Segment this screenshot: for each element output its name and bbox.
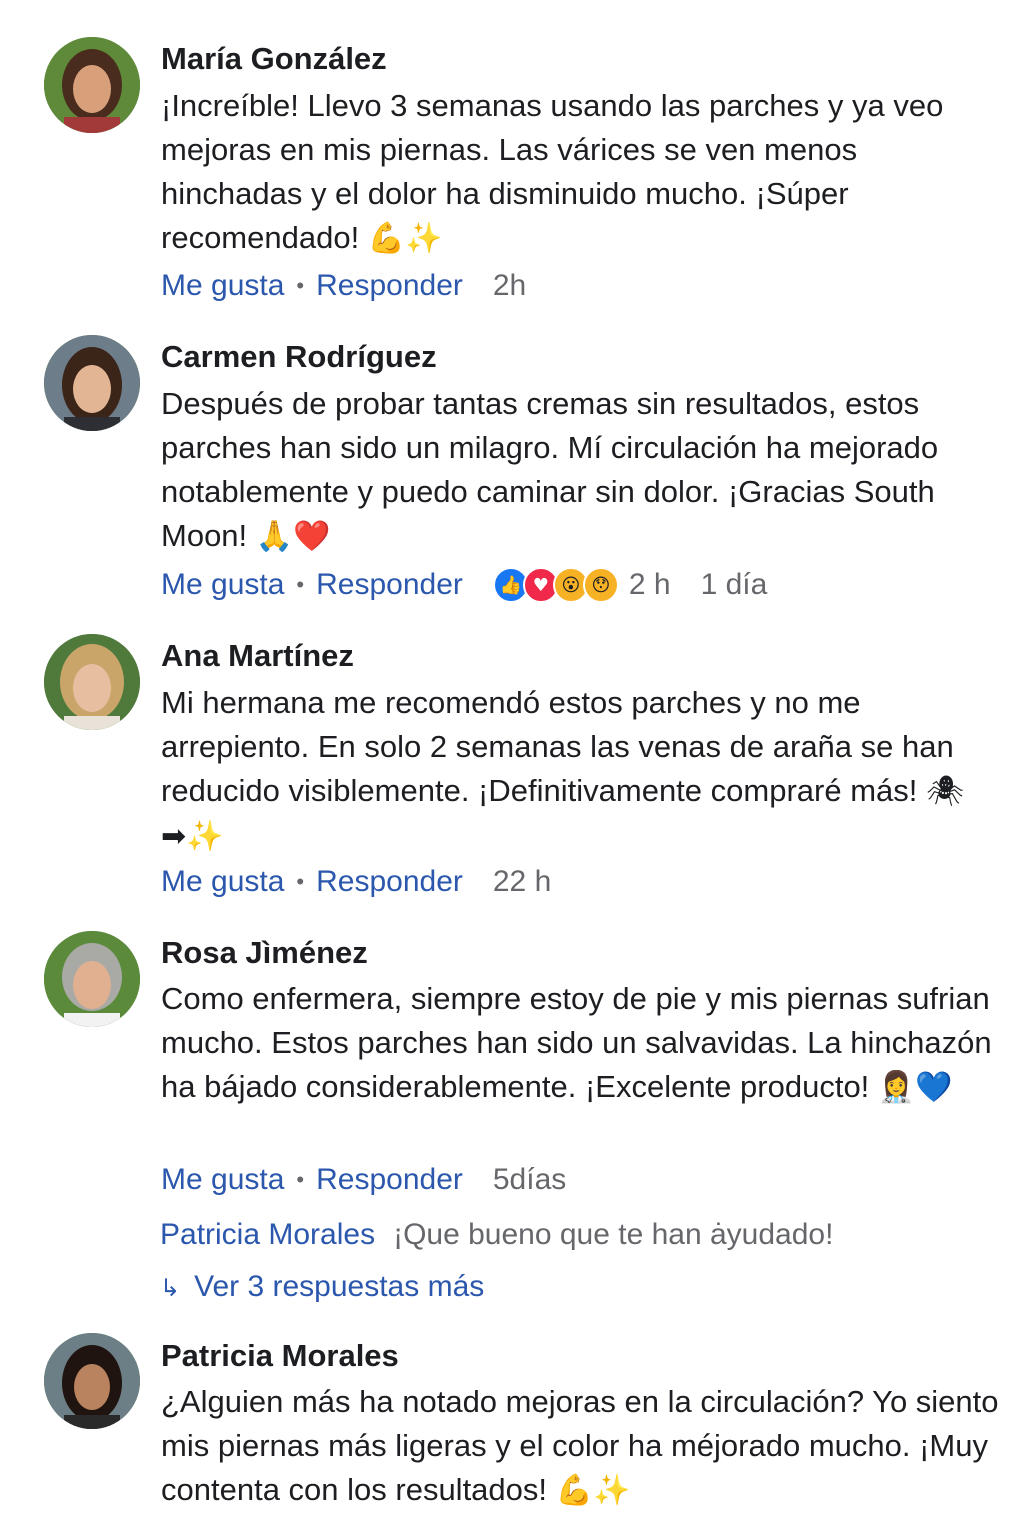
- commenter-name[interactable]: Carmen Rodríguez: [161, 339, 437, 375]
- reaction-summary[interactable]: 👍 ♥ 😮 😯: [492, 567, 619, 603]
- avatar[interactable]: [44, 634, 140, 730]
- separator-dot: •: [296, 869, 305, 894]
- comment-text: Mi hermana me recomendó estos parches y …: [161, 681, 1006, 859]
- commenter-name[interactable]: Ana Martínez: [161, 638, 354, 674]
- commenter-name[interactable]: María González: [161, 41, 387, 77]
- comment-text: ¿Alguien más ha notado mejoras en la cir…: [161, 1380, 1006, 1513]
- commenter-name[interactable]: Patricia Morales: [161, 1338, 399, 1374]
- comment-emoji: 👩‍⚕️💙: [877, 1070, 953, 1105]
- comment-time[interactable]: 2h: [493, 269, 526, 303]
- comment-actions: Me gusta • Responder 5días: [161, 1160, 566, 1200]
- comment-text: ¡Increíble! Llevo 3 semanas usando las p…: [161, 84, 1006, 261]
- comment-body: Mi hermana me recomendó estos parches y …: [161, 685, 954, 808]
- comment-actions: Me gusta • Responder 👍 ♥ 😮 😯 2 h 1 día: [161, 565, 767, 605]
- commenter-name[interactable]: Rosa Jìménez: [161, 935, 368, 971]
- comment-time[interactable]: 22 h: [493, 865, 551, 899]
- reply-button[interactable]: Responder: [316, 568, 463, 602]
- reply-preview[interactable]: Patricia Morales ¡Que bueno que te han ȧy…: [160, 1218, 833, 1252]
- comment-body: ¡Increíble! Llevo 3 semanas usando las p…: [161, 88, 944, 255]
- reply-text: ¡Que bueno que te han ȧyudado!: [393, 1218, 834, 1251]
- comment-text: Después de probar tantas cremas sin resu…: [161, 382, 1006, 559]
- reply-author[interactable]: Patricia Morales: [160, 1218, 375, 1251]
- separator-dot: •: [296, 273, 305, 298]
- like-button[interactable]: Me gusta: [161, 865, 284, 899]
- like-button[interactable]: Me gusta: [161, 269, 284, 303]
- comment-emoji: 💪✨: [367, 221, 443, 256]
- avatar[interactable]: [44, 1333, 140, 1429]
- comment-text: Como enfermera, siempre estoy de pie y m…: [161, 977, 1006, 1110]
- avatar[interactable]: [44, 931, 140, 1027]
- comment-actions: Me gusta • Responder 22 h: [161, 862, 551, 902]
- comment-time-secondary[interactable]: 1 día: [701, 568, 768, 602]
- like-button[interactable]: Me gusta: [161, 1163, 284, 1197]
- separator-dot: •: [296, 572, 305, 597]
- comment-emoji: 💪✨: [555, 1473, 631, 1508]
- comment-actions: Me gusta • Responder 2h: [161, 266, 526, 306]
- comment-time[interactable]: 2 h: [629, 568, 671, 602]
- reply-arrow-icon: ↳: [160, 1274, 181, 1302]
- wow-reaction-icon: 😯: [582, 567, 619, 603]
- separator-dot: •: [296, 1167, 305, 1192]
- avatar[interactable]: [44, 335, 140, 431]
- comment-time[interactable]: 5días: [493, 1163, 566, 1197]
- avatar[interactable]: [44, 37, 140, 133]
- comment-emoji: 🙏❤️: [255, 519, 331, 554]
- like-button[interactable]: Me gusta: [161, 568, 284, 602]
- reply-button[interactable]: Responder: [316, 865, 463, 899]
- reply-button[interactable]: Responder: [316, 269, 463, 303]
- view-more-replies-link[interactable]: ↳ Ver 3 respuestas más: [160, 1270, 484, 1304]
- view-more-replies-label: Ver 3 respuestas más: [194, 1270, 485, 1303]
- reply-button[interactable]: Responder: [316, 1163, 463, 1197]
- comment-body: Como enfermera, siempre estoy de pie y m…: [161, 981, 992, 1104]
